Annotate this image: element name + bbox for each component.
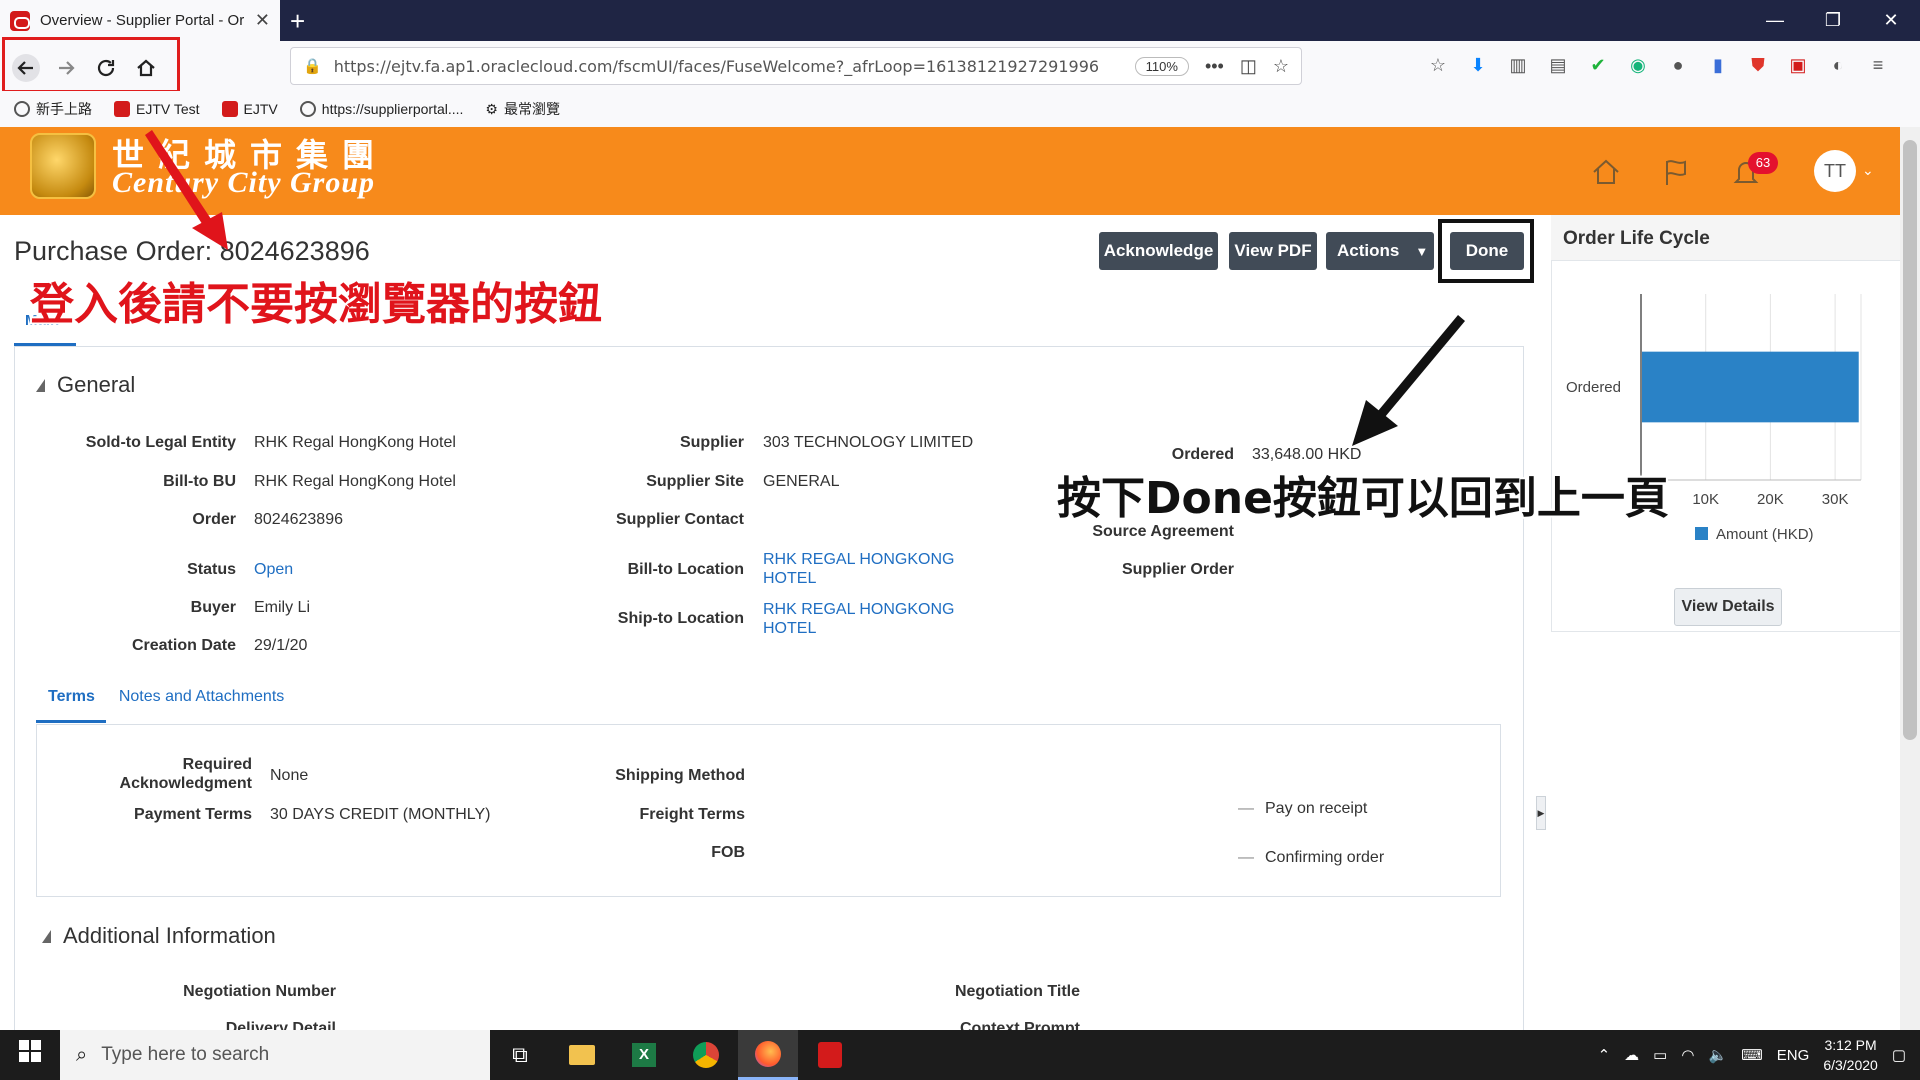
search-icon: ⌕ xyxy=(76,1043,88,1066)
acrobat-icon[interactable] xyxy=(800,1030,860,1080)
black-annotation-text: 按下Done按鈕可以回到上一頁 xyxy=(1057,473,1669,524)
black-arrow xyxy=(1352,315,1465,446)
excel-icon[interactable]: X xyxy=(614,1030,674,1080)
volume-icon[interactable]: 🔈 xyxy=(1708,1046,1727,1064)
keyboard-icon[interactable]: ⌨ xyxy=(1741,1046,1763,1064)
taskbar-search-placeholder: Type here to search xyxy=(101,1044,270,1065)
chrome-icon[interactable] xyxy=(676,1030,736,1080)
onedrive-icon[interactable]: ☁ xyxy=(1624,1046,1639,1064)
windows-start-icon[interactable] xyxy=(0,1030,60,1080)
task-view-icon[interactable]: ⧉ xyxy=(490,1030,550,1080)
taskbar-clock[interactable]: 3:12 PM 6/3/2020 xyxy=(1823,1035,1878,1075)
clock-time: 3:12 PM xyxy=(1824,1037,1877,1053)
file-explorer-icon[interactable] xyxy=(552,1030,612,1080)
notification-center-icon[interactable]: ▢ xyxy=(1892,1046,1906,1064)
clock-date: 6/3/2020 xyxy=(1823,1057,1878,1073)
red-arrow xyxy=(145,130,228,250)
language-indicator[interactable]: ENG xyxy=(1777,1047,1810,1064)
battery-icon[interactable]: ▭ xyxy=(1653,1046,1667,1064)
system-tray: ⌃ ☁ ▭ ◠ 🔈 ⌨ ENG 3:12 PM 6/3/2020 ▢ xyxy=(1598,1030,1920,1080)
annotation-arrows xyxy=(145,130,1465,446)
chevron-up-icon[interactable]: ⌃ xyxy=(1598,1046,1611,1064)
red-annotation-text: 登入後請不要按瀏覽器的按鈕 xyxy=(30,279,602,330)
taskbar-search[interactable]: ⌕ Type here to search xyxy=(60,1030,490,1080)
wifi-icon[interactable]: ◠ xyxy=(1681,1046,1694,1064)
firefox-icon[interactable] xyxy=(738,1030,798,1080)
